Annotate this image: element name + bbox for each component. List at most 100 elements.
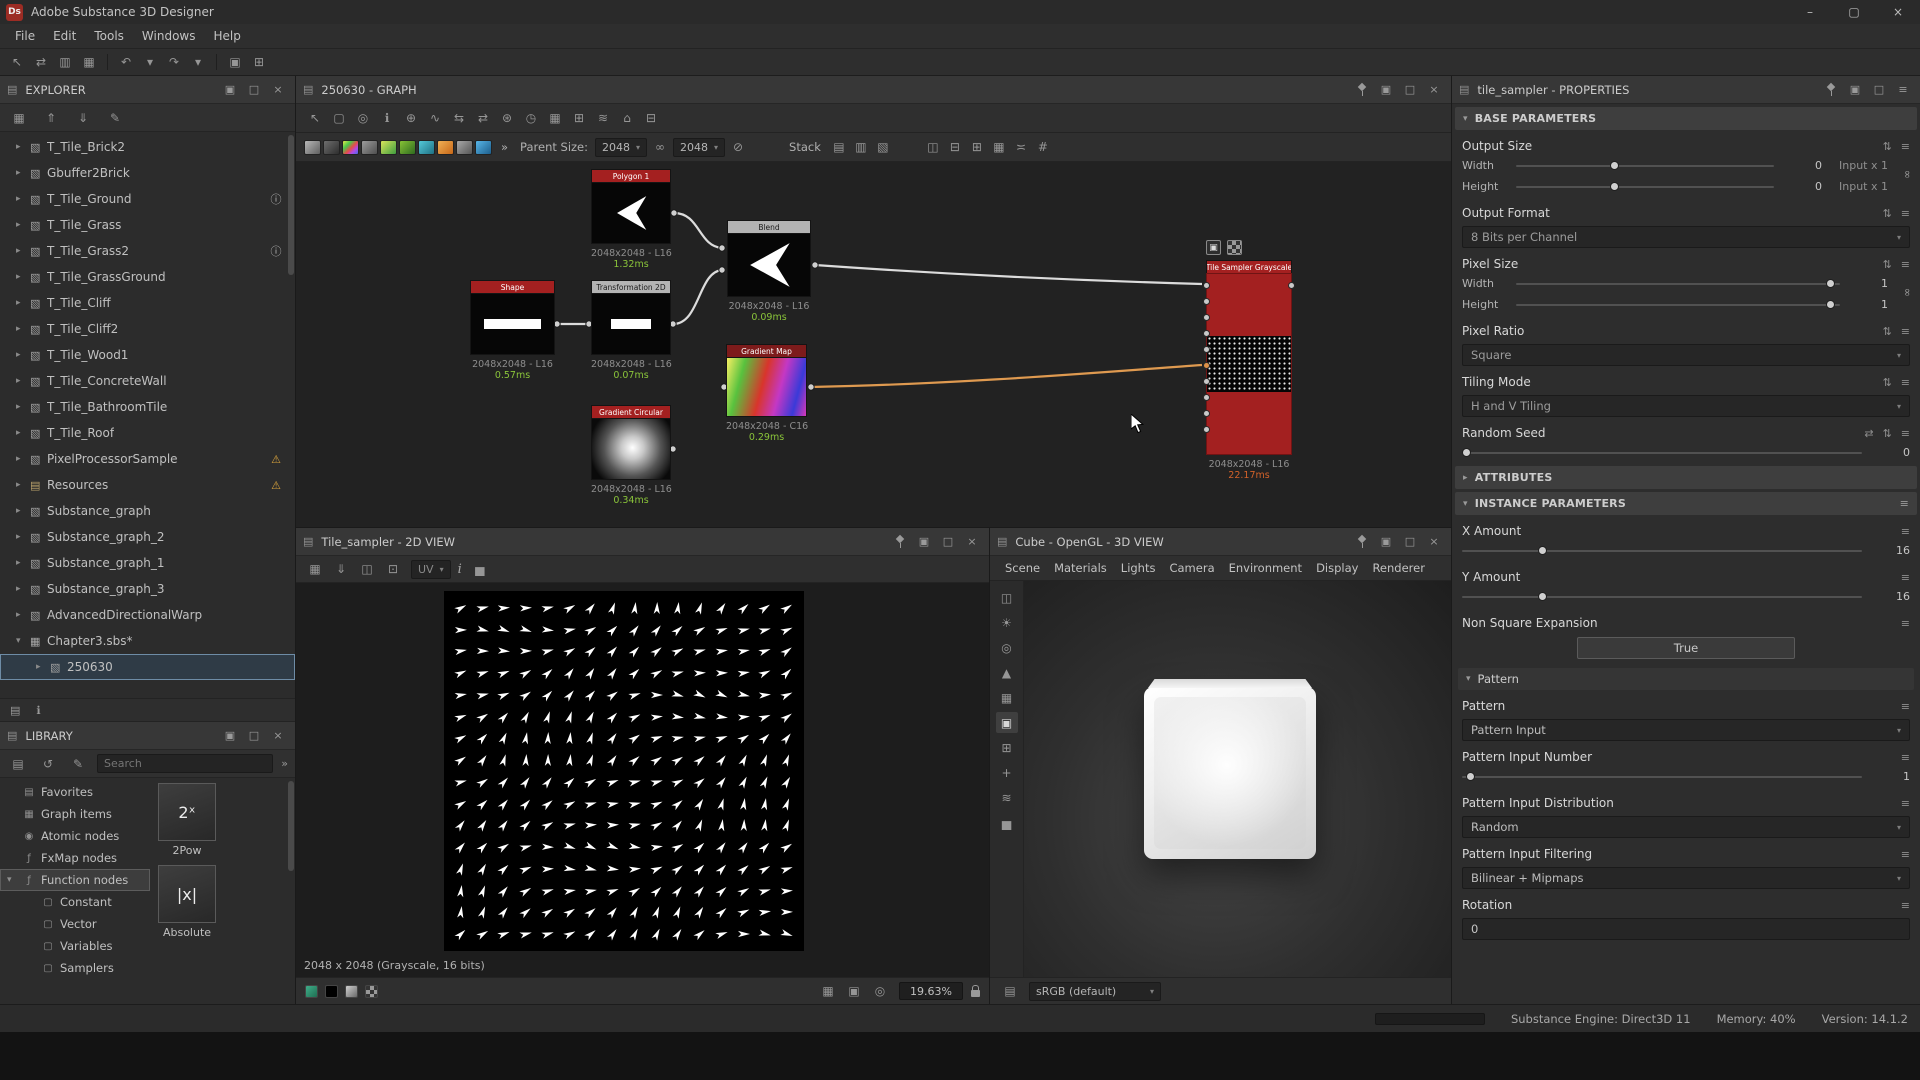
chevron-icon[interactable] <box>16 298 30 308</box>
filter-icon[interactable]: ✎ <box>104 107 126 128</box>
fit-view-icon[interactable]: ▣ <box>843 981 865 1002</box>
tree-item[interactable]: AdvancedDirectionalWarp <box>0 602 295 628</box>
export-icon[interactable]: ⇓ <box>72 107 94 128</box>
chevron-icon[interactable] <box>16 350 30 360</box>
scrollbar[interactable] <box>288 781 294 871</box>
graph-canvas[interactable]: Polygon 1 2048x2048 - L16 1.32ms Blend 2… <box>296 162 1451 527</box>
maximize-icon[interactable]: □ <box>1400 532 1420 552</box>
maximize-icon[interactable]: □ <box>938 532 958 552</box>
close-icon[interactable]: × <box>1424 532 1444 552</box>
tree-item[interactable]: Substance_graph_3 <box>0 576 295 602</box>
home-view-icon[interactable]: ⌂ <box>616 108 638 129</box>
view-3d-menu-item[interactable]: Scene <box>998 561 1047 575</box>
chevron-icon[interactable] <box>36 662 50 672</box>
geometry-icon[interactable]: ▲ <box>996 662 1018 683</box>
circle-chip[interactable] <box>437 140 454 155</box>
x-amount-slider[interactable] <box>1462 550 1862 552</box>
library-category[interactable]: ▾ ƒ FxMap nodes <box>0 847 150 869</box>
input-connector[interactable] <box>1203 314 1210 321</box>
tiling-grid-icon[interactable]: ▦ <box>817 981 839 1002</box>
chevron-icon[interactable] <box>16 272 30 282</box>
instance-parameters-section-header[interactable]: ▾ INSTANCE PARAMETERS ≡ <box>1455 492 1917 515</box>
library-category[interactable]: ▾ ƒ Function nodes <box>0 869 150 891</box>
inherit-tiling-icon[interactable]: ⇅ <box>1883 376 1892 389</box>
param-menu-icon[interactable]: ≡ <box>1901 525 1910 538</box>
minimize-button[interactable]: – <box>1788 0 1832 24</box>
wireframe-icon[interactable]: ≋ <box>996 787 1018 808</box>
material-swatch[interactable] <box>305 985 318 998</box>
param-menu-icon[interactable]: ≡ <box>1901 700 1910 713</box>
new-library-icon[interactable]: ▤ <box>7 753 29 774</box>
input-connector[interactable] <box>1203 282 1210 289</box>
param-menu-icon[interactable]: ≡ <box>1901 140 1910 153</box>
chevron-icon[interactable] <box>16 376 30 386</box>
inherit-format-icon[interactable]: ⇅ <box>1883 207 1892 220</box>
close-icon[interactable]: × <box>268 80 288 100</box>
library-category[interactable]: ▾ ▢ Constant <box>0 891 150 913</box>
attributes-section-header[interactable]: ▸ ATTRIBUTES <box>1455 466 1917 489</box>
transform-gizmo-icon[interactable]: ⊡ <box>382 559 404 580</box>
align-horizontal-icon[interactable]: ◫ <box>922 137 944 158</box>
non-square-expansion-toggle[interactable]: True <box>1577 637 1795 659</box>
float-icon[interactable]: ▣ <box>1376 532 1396 552</box>
mask-chip[interactable] <box>361 140 378 155</box>
save-image-icon[interactable]: ▦ <box>304 559 326 580</box>
wave-link-icon[interactable]: ∿ <box>424 108 446 129</box>
tree-item[interactable]: T_Tile_Cliff2 <box>0 316 295 342</box>
input-connector[interactable] <box>1203 330 1210 337</box>
chevron-icon[interactable] <box>16 324 30 334</box>
tree-item[interactable]: T_Tile_Grass <box>0 212 295 238</box>
chevron-icon[interactable] <box>16 610 30 620</box>
cube-icon[interactable]: ▣ <box>996 712 1018 733</box>
tree-item[interactable]: Gbuffer2Brick <box>0 160 295 186</box>
blue-chip[interactable] <box>475 140 492 155</box>
zoom-level[interactable]: 19.63% <box>899 982 963 1000</box>
scrollbar[interactable] <box>288 135 294 275</box>
node-info-icon[interactable]: ℹ <box>376 108 398 129</box>
close-icon[interactable]: × <box>962 532 982 552</box>
library-category[interactable]: ▾ ▢ Samplers <box>0 957 150 979</box>
size-dropdown[interactable]: 2048▾ <box>673 138 725 157</box>
tree-item[interactable]: PixelProcessorSample <box>0 446 295 472</box>
section-menu-icon[interactable]: ≡ <box>1900 497 1909 510</box>
pixel-width-slider[interactable] <box>1516 283 1840 285</box>
color-chip[interactable] <box>342 140 359 155</box>
image-info-icon[interactable]: i <box>458 562 462 577</box>
graph-node-tile-sampler[interactable]: ▣ Tile Sampler Grayscale <box>1206 260 1292 481</box>
chevron-icon[interactable] <box>16 194 30 204</box>
close-icon[interactable]: × <box>268 726 288 746</box>
view-2d-canvas[interactable]: 2048 x 2048 (Grayscale, 16 bits) <box>296 583 989 977</box>
input-connector[interactable] <box>1203 378 1210 385</box>
overflow-chevron-icon[interactable]: » <box>501 140 508 154</box>
maximize-icon[interactable]: □ <box>1869 80 1889 100</box>
tree-item[interactable]: T_Tile_Ground <box>0 186 295 212</box>
graph-node-blend[interactable]: Blend 2048x2048 - L16 0.09ms <box>727 220 811 323</box>
snap-icon[interactable]: ⊞ <box>568 108 590 129</box>
info-icon[interactable]: ℹ <box>36 704 40 717</box>
snapshot-icon[interactable]: ▣ <box>224 52 246 73</box>
tree-item[interactable]: 250630 <box>0 654 295 680</box>
align-vertical-icon[interactable]: ⊟ <box>944 137 966 158</box>
undo-menu-icon[interactable]: ▾ <box>139 52 161 73</box>
param-menu-icon[interactable]: ≡ <box>1901 899 1910 912</box>
input-connector[interactable] <box>1203 346 1210 353</box>
float-icon[interactable]: ▣ <box>1845 80 1865 100</box>
param-menu-icon[interactable]: ≡ <box>1901 427 1910 440</box>
pattern-input-connector[interactable] <box>1203 362 1210 369</box>
random-seed-slider[interactable] <box>1462 452 1862 454</box>
input-connector[interactable] <box>1203 394 1210 401</box>
layout-icon[interactable]: ⊞ <box>248 52 270 73</box>
gray-swatch[interactable] <box>345 985 358 998</box>
reset-size-icon[interactable]: ⊘ <box>727 137 749 158</box>
stack-float-icon[interactable]: ▧ <box>872 137 894 158</box>
view-3d-menu-item[interactable]: Lights <box>1114 561 1163 575</box>
chevron-icon[interactable] <box>16 428 30 438</box>
maximize-button[interactable]: ▢ <box>1832 0 1876 24</box>
tree-item[interactable]: T_Tile_Roof <box>0 420 295 446</box>
maximize-icon[interactable]: □ <box>244 726 264 746</box>
axes-icon[interactable]: + <box>996 762 1018 783</box>
view-3d-canvas[interactable] <box>1024 581 1451 977</box>
link-tool-icon[interactable]: ⇄ <box>30 52 52 73</box>
copy-image-icon[interactable]: ◫ <box>356 559 378 580</box>
inherit-pixel-icon[interactable]: ⇅ <box>1883 258 1892 271</box>
